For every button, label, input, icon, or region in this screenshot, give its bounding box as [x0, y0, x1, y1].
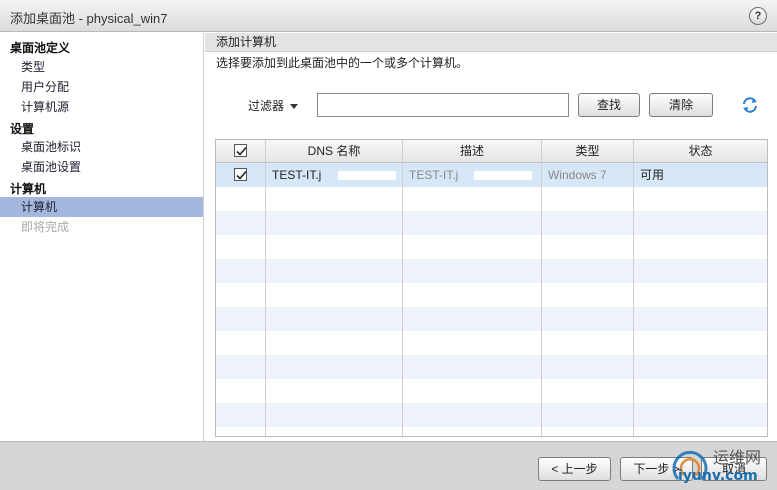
computers-table: DNS 名称 描述 类型 状态 TEST-IT.j TEST-IT.j Wind… — [215, 139, 768, 437]
column-divider — [216, 140, 266, 436]
column-header-type[interactable]: 类型 — [542, 140, 634, 163]
sidebar-item-machine-source[interactable]: 计算机源 — [0, 97, 203, 117]
filter-input[interactable] — [317, 93, 569, 117]
back-button[interactable]: < 上一步 — [538, 457, 611, 481]
sidebar-section-computers: 计算机 — [10, 182, 47, 196]
sidebar-item-type[interactable]: 类型 — [0, 57, 203, 77]
header-select-all[interactable] — [216, 140, 266, 163]
cell-description-text: TEST-IT.j — [409, 168, 459, 182]
filter-label: 过滤器 — [248, 99, 285, 113]
section-title: 添加计算机 — [205, 33, 777, 52]
redaction-mask — [474, 171, 532, 180]
sidebar-item-computers[interactable]: 计算机 — [0, 197, 203, 217]
refresh-icon[interactable] — [741, 96, 759, 114]
help-icon[interactable]: ? — [749, 7, 767, 25]
row-checkbox[interactable] — [234, 168, 247, 181]
sidebar-item-pool-id[interactable]: 桌面池标识 — [0, 137, 203, 157]
wizard-sidebar: 桌面池定义 类型 用户分配 计算机源 设置 桌面池标识 桌面池设置 计算机 计算… — [0, 33, 204, 441]
column-header-description[interactable]: 描述 — [403, 140, 542, 163]
sidebar-item-pool-settings[interactable]: 桌面池设置 — [0, 157, 203, 177]
sidebar-item-ready-to-complete: 即将完成 — [21, 220, 70, 234]
sidebar-section-pool-definition: 桌面池定义 — [10, 41, 71, 55]
cell-dns-text: TEST-IT.j — [272, 168, 322, 182]
clear-button[interactable]: 清除 — [649, 93, 713, 117]
sidebar-section-settings: 设置 — [10, 122, 35, 136]
check-icon — [236, 170, 247, 180]
search-button[interactable]: 查找 — [578, 93, 640, 117]
cell-status: 可用 — [640, 168, 665, 182]
cell-type: Windows 7 — [548, 168, 607, 182]
sidebar-item-user-assignment[interactable]: 用户分配 — [0, 77, 203, 97]
window-titlebar: 添加桌面池 - physical_win7 ? — [0, 0, 777, 32]
wizard-footer: < 上一步 下一步 > 取消 — [0, 441, 777, 490]
select-all-checkbox[interactable] — [234, 144, 247, 157]
window-title: 添加桌面池 - physical_win7 — [10, 11, 168, 26]
watermark-text-domain: iyunv.com — [678, 468, 758, 484]
watermark-text-cn: 运维网 — [713, 448, 762, 467]
filter-dropdown[interactable]: 过滤器 — [248, 97, 299, 114]
column-header-status[interactable]: 状态 — [634, 140, 767, 163]
chevron-down-icon — [290, 104, 299, 110]
redaction-mask — [338, 171, 396, 180]
check-icon — [236, 146, 247, 156]
column-header-dns[interactable]: DNS 名称 — [266, 140, 403, 163]
page-description: 选择要添加到此桌面池中的一个或多个计算机。 — [216, 56, 469, 70]
